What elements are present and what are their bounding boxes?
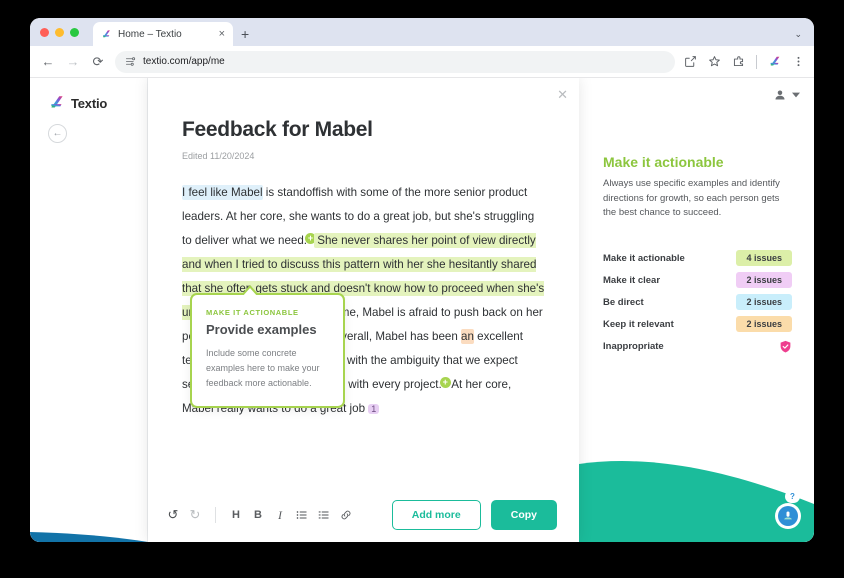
feedback-document-modal: ✕ Feedback for Mabel Edited 11/20/2024 I… (148, 78, 579, 542)
share-icon[interactable] (684, 55, 697, 68)
number-list-icon[interactable] (313, 504, 335, 526)
browser-tab-title: Home – Textio (118, 28, 182, 40)
score-row[interactable]: Inappropriate (603, 335, 792, 357)
omnibox-divider (756, 54, 757, 69)
italic-icon[interactable]: I (269, 504, 291, 526)
undo-icon[interactable]: ↺ (162, 504, 184, 526)
guidance-heading: Make it actionable (603, 154, 724, 170)
link-icon[interactable] (335, 504, 357, 526)
decorative-blue-wave (30, 532, 148, 542)
chevron-down-icon[interactable]: ⌄ (794, 29, 802, 40)
forward-icon[interactable]: → (65, 54, 81, 70)
copy-button[interactable]: Copy (490, 500, 557, 530)
score-row[interactable]: Make it clear 2 issues (603, 269, 792, 291)
window-traffic-lights (40, 18, 93, 46)
help-chat-widget[interactable]: ? (775, 490, 801, 529)
score-badge: 2 issues (736, 316, 792, 333)
browser-tab[interactable]: Home – Textio × (93, 22, 233, 46)
score-label: Keep it relevant (603, 318, 674, 330)
browser-window: Home – Textio × + ⌄ ← → ⟳ textio.com/app… (30, 18, 814, 542)
score-list: Make it actionable 4 issues Make it clea… (603, 247, 792, 357)
address-bar-url: textio.com/app/me (143, 56, 225, 67)
address-bar[interactable]: textio.com/app/me (115, 50, 675, 73)
kebab-menu-icon[interactable] (793, 55, 804, 68)
toolbar-divider (215, 507, 216, 523)
guidance-panel-content: Make it actionable Always use specific e… (579, 78, 814, 357)
tooltip-title: Provide examples (206, 322, 317, 337)
bookmark-star-icon[interactable] (708, 55, 721, 68)
extensions-icon[interactable] (732, 55, 745, 68)
add-more-button[interactable]: Add more (391, 500, 481, 530)
reload-icon[interactable]: ⟳ (90, 54, 106, 70)
score-row[interactable]: Make it actionable 4 issues (603, 247, 792, 269)
heading-icon[interactable]: H (225, 504, 247, 526)
score-badge: 4 issues (736, 250, 792, 267)
omnibox-actions (684, 54, 804, 69)
tooltip-description: Include some concrete examples here to m… (206, 348, 320, 388)
score-label: Make it actionable (603, 252, 685, 264)
window-minimize-button[interactable] (55, 27, 64, 37)
redo-icon[interactable]: ↻ (184, 504, 206, 526)
profile-logo-icon[interactable] (768, 55, 782, 69)
tooltip-kicker: MAKE IT ACTIONABLE (206, 308, 299, 317)
link-glyph (341, 510, 351, 520)
app-brand-name: Textio (71, 95, 108, 111)
score-badge: 2 issues (736, 294, 792, 311)
app-brand[interactable]: Textio (30, 78, 147, 112)
bullet-list-icon[interactable] (291, 504, 313, 526)
number-list-glyph (318, 511, 329, 519)
highlight-badge-purple[interactable]: 1 (368, 404, 380, 414)
score-label: Make it clear (603, 274, 661, 286)
guidance-description: Always use specific examples and identif… (603, 178, 780, 219)
textio-logo-icon (51, 96, 63, 108)
chat-person-icon (784, 511, 792, 520)
browser-tab-close-icon[interactable]: × (219, 28, 225, 40)
page-title: Feedback for Mabel (182, 118, 373, 141)
textio-logo-icon (103, 29, 110, 37)
score-label: Be direct (603, 296, 644, 308)
score-label: Inappropriate (603, 340, 664, 352)
highlight-segment-blue[interactable]: I feel like Mabel (182, 185, 263, 200)
browser-omnibox-bar: ← → ⟳ textio.com/app/me (30, 46, 814, 78)
score-row[interactable]: Keep it relevant 2 issues (603, 313, 792, 335)
browser-tab-strip: Home – Textio × + ⌄ (30, 18, 814, 46)
new-tab-button[interactable]: + (241, 27, 249, 41)
back-icon[interactable]: ← (40, 54, 56, 70)
window-close-button[interactable] (40, 27, 49, 37)
window-maximize-button[interactable] (70, 27, 79, 37)
document-edited-timestamp: Edited 11/20/2024 (182, 151, 255, 161)
guidance-panel: Make it actionable Always use specific e… (579, 78, 814, 542)
help-question-bubble-icon[interactable]: ? (785, 490, 800, 503)
shield-check-icon (780, 340, 791, 353)
suggestion-tooltip-card[interactable]: MAKE IT ACTIONABLE Provide examples Incl… (190, 285, 345, 408)
app-left-rail: Textio ← (30, 78, 148, 542)
document-body: Feedback for Mabel Edited 11/20/2024 I f… (148, 78, 579, 488)
score-badge: 2 issues (736, 272, 792, 289)
bold-icon[interactable]: B (247, 504, 269, 526)
help-widget-button[interactable] (775, 503, 801, 529)
chat-avatar-icon (778, 506, 798, 526)
app-back-button[interactable]: ← (48, 124, 67, 143)
bullet-list-glyph (296, 511, 307, 519)
site-settings-icon[interactable] (125, 56, 136, 67)
editor-toolbar: ↺ ↻ H B I Add more Copy (148, 488, 579, 542)
score-row[interactable]: Be direct 2 issues (603, 291, 792, 313)
app-page: Textio ← Make it actionable Always use s… (30, 78, 814, 542)
highlight-segment-orange[interactable]: an (461, 329, 474, 344)
